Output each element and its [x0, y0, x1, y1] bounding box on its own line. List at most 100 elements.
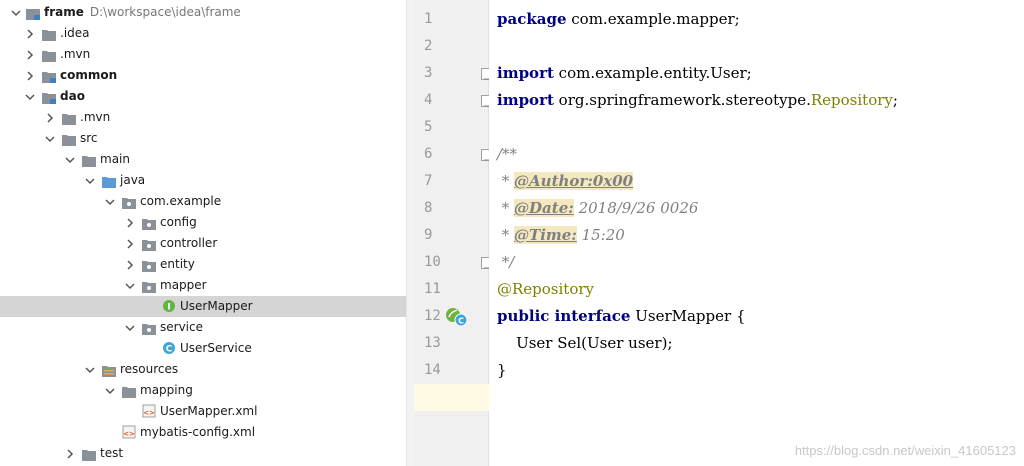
folder-icon [82, 447, 96, 461]
line-number: 9 [424, 227, 433, 243]
package-icon [122, 195, 136, 209]
chevron-down-icon[interactable] [84, 170, 96, 191]
project-tree[interactable]: frame D:\workspace\idea\frame .idea .mvn co… [0, 0, 406, 466]
source-folder-icon [102, 174, 116, 188]
spring-bean-icon[interactable]: C [444, 306, 470, 332]
line-number: 4 [424, 92, 433, 108]
chevron-down-icon[interactable] [124, 275, 136, 296]
module-folder-icon [42, 90, 56, 104]
tree-item-common[interactable]: common [0, 65, 406, 86]
folder-icon [62, 111, 76, 125]
tree-item-mvn[interactable]: .mvn [0, 107, 406, 128]
tree-item-java[interactable]: java [0, 170, 406, 191]
tree-item-config[interactable]: config [0, 212, 406, 233]
folder-icon [122, 384, 136, 398]
chevron-right-icon[interactable] [44, 107, 56, 128]
tree-item-label: java [120, 173, 146, 187]
tree-item-label: .mvn [60, 47, 91, 61]
tree-item-mapping[interactable]: mapping [0, 380, 406, 401]
tree-item-label: service [160, 320, 203, 334]
code-line-13[interactable]: User Sel(User user); [489, 330, 1024, 357]
tree-item-usermapper[interactable]: I UserMapper [0, 296, 406, 317]
code-line-10[interactable]: */ [489, 249, 1024, 276]
line-number: 11 [424, 281, 441, 297]
chevron-down-icon[interactable] [124, 317, 136, 338]
line-number: 14 [424, 362, 441, 378]
tree-item-service[interactable]: service [0, 317, 406, 338]
chevron-right-icon[interactable] [24, 23, 36, 44]
tree-item-label: UserMapper [180, 299, 253, 313]
chevron-down-icon[interactable] [104, 380, 116, 401]
tree-item-label: config [160, 215, 197, 229]
code-line-9[interactable]: * @Time: 15:20 [489, 222, 1024, 249]
line-number: 5 [424, 119, 433, 135]
tree-item-label: com.example [140, 194, 222, 208]
code-line-7[interactable]: * @Author:0x00 [489, 168, 1024, 195]
tree-item-com-example[interactable]: com.example [0, 191, 406, 212]
watermark: https://blog.csdn.net/weixin_41605123 [794, 443, 1016, 458]
code-line-11[interactable]: @Repository [489, 276, 1024, 303]
chevron-down-icon[interactable] [64, 149, 76, 170]
tree-item-test[interactable]: test [0, 443, 406, 464]
package-icon [142, 237, 156, 251]
svg-text:I: I [167, 303, 170, 313]
tree-item-label: dao [60, 89, 85, 103]
tree-item-label: test [100, 446, 124, 460]
code-line-3[interactable]: import com.example.entity.User; [489, 60, 1024, 87]
package-icon [142, 321, 156, 335]
chevron-right-icon[interactable] [124, 212, 136, 233]
chevron-down-icon[interactable] [24, 86, 36, 107]
line-number: 3 [424, 65, 433, 81]
tree-item-idea[interactable]: .idea [0, 23, 406, 44]
line-number: 2 [424, 38, 433, 54]
tree-item-userservice[interactable]: C UserService [0, 338, 406, 359]
line-number: 10 [424, 254, 441, 270]
line-number: 7 [424, 173, 433, 189]
svg-text:C: C [166, 345, 173, 355]
tree-item-label: controller [160, 236, 218, 250]
tree-item-mvn[interactable]: .mvn [0, 44, 406, 65]
tree-item-usermapper-xml[interactable]: <> UserMapper.xml [0, 401, 406, 422]
tree-item-mybatis-config-xml[interactable]: <> mybatis-config.xml [0, 422, 406, 443]
chevron-right-icon[interactable] [64, 443, 76, 464]
code-line-14[interactable]: } [489, 357, 1024, 384]
svg-text:C: C [458, 317, 464, 326]
folder-icon [42, 27, 56, 41]
svg-text:<>: <> [143, 409, 155, 417]
code-line-6[interactable]: /** [489, 141, 1024, 168]
tree-item-entity[interactable]: entity [0, 254, 406, 275]
line-number: 8 [424, 200, 433, 216]
tree-item-label: mapping [140, 383, 193, 397]
code-editor[interactable]: package com.example.mapper; import com.e… [489, 0, 1024, 466]
code-line-8[interactable]: * @Date: 2018/9/26 0026 [489, 195, 1024, 222]
chevron-right-icon[interactable] [124, 254, 136, 275]
xml-file-icon: <> [122, 425, 136, 439]
folder-icon [42, 48, 56, 62]
code-line-4[interactable]: import org.springframework.stereotype.Re… [489, 87, 1024, 114]
folder-icon [82, 153, 96, 167]
module-folder-icon [42, 69, 56, 83]
chevron-down-icon[interactable] [84, 359, 96, 380]
tree-item-mapper[interactable]: mapper [0, 275, 406, 296]
tree-item-main[interactable]: main [0, 149, 406, 170]
chevron-right-icon[interactable] [24, 44, 36, 65]
folder-icon [62, 132, 76, 146]
code-line-12[interactable]: public interface UserMapper { [489, 303, 1024, 330]
svg-text:<>: <> [123, 430, 135, 438]
tree-root-row[interactable]: frame D:\workspace\idea\frame [0, 2, 406, 23]
chevron-right-icon[interactable] [124, 233, 136, 254]
package-icon [142, 216, 156, 230]
tree-item-src[interactable]: src [0, 128, 406, 149]
tree-item-label: mapper [160, 278, 207, 292]
tree-item-label: mybatis-config.xml [140, 425, 256, 439]
code-line-15[interactable] [489, 384, 1024, 411]
tree-item-controller[interactable]: controller [0, 233, 406, 254]
tree-item-label: common [60, 68, 118, 82]
chevron-down-icon[interactable] [104, 191, 116, 212]
tree-item-dao[interactable]: dao [0, 86, 406, 107]
chevron-down-icon[interactable] [44, 128, 56, 149]
code-line-1[interactable]: package com.example.mapper; [489, 6, 1024, 33]
chevron-right-icon[interactable] [24, 65, 36, 86]
tree-item-resources[interactable]: resources [0, 359, 406, 380]
chevron-down-icon[interactable] [10, 2, 22, 23]
